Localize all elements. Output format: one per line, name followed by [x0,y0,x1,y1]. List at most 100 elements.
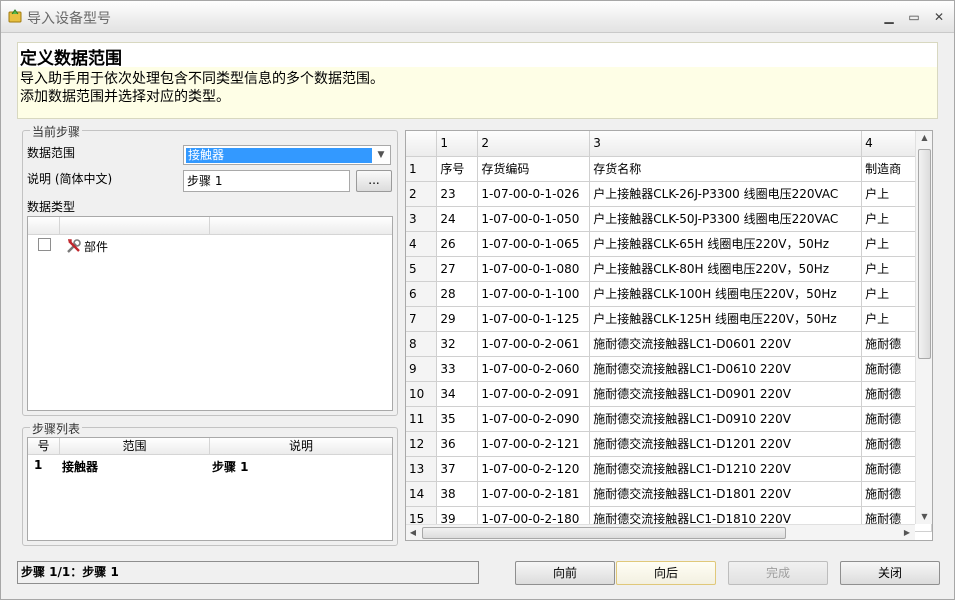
data-type-list[interactable]: 部件 [27,216,393,411]
vertical-scroll-thumb[interactable] [918,149,931,359]
step-row-range[interactable]: 接触器 [62,458,98,475]
grid-row[interactable]: 9 33 1-07-00-0-2-060 施耐德交流接触器LC1-D0610 220V… [406,356,932,382]
grid-row-header[interactable]: 3 [406,206,438,232]
grid-cell[interactable]: 户上接触器CLK-26J-P3300 线圈电压220VAC [589,181,863,207]
grid-column-header[interactable]: 2 [477,131,591,157]
title-bar[interactable]: 导入设备型号 ▁ ▭ ✕ [1,1,954,33]
grid-cell[interactable]: 26 [436,231,479,257]
grid-cell[interactable]: 施耐德交流接触器LC1-D0610 220V [589,356,863,382]
grid-vertical-scrollbar[interactable]: ▲ ▼ [915,131,932,524]
maximize-button[interactable]: ▭ [906,9,922,25]
grid-row[interactable]: 11 35 1-07-00-0-2-090 施耐德交流接触器LC1-D0910 220… [406,406,932,432]
grid-cell[interactable]: 32 [436,331,479,357]
grid-row[interactable]: 13 37 1-07-00-0-2-120 施耐德交流接触器LC1-D1210 220… [406,456,932,482]
finish-button[interactable]: 完成 [728,561,828,585]
grid-cell[interactable]: 1-07-00-0-2-061 [477,331,591,357]
grid-row-header[interactable]: 11 [406,406,438,432]
grid-row[interactable]: 7 29 1-07-00-0-1-125 户上接触器CLK-125H 线圈电压220V… [406,306,932,332]
scroll-up-icon[interactable]: ▲ [916,131,933,145]
step-row-description[interactable]: 步骤 1 [212,458,249,475]
grid-cell[interactable]: 1-07-00-0-2-091 [477,381,591,407]
grid-cell[interactable]: 38 [436,481,479,507]
grid-column-header[interactable]: 3 [589,131,863,157]
grid-cell[interactable]: 施耐德交流接触器LC1-D1801 220V [589,481,863,507]
grid-cell[interactable]: 1-07-00-0-1-050 [477,206,591,232]
grid-horizontal-scrollbar[interactable]: ◀ ▶ [406,524,915,540]
browse-button[interactable]: ... [356,170,392,192]
grid-cell[interactable]: 施耐德交流接触器LC1-D1210 220V [589,456,863,482]
minimize-button[interactable]: ▁ [881,9,897,25]
grid-cell[interactable]: 1-07-00-0-1-125 [477,306,591,332]
grid-cell[interactable]: 37 [436,456,479,482]
data-range-combobox[interactable]: 接触器 ▼ [183,145,391,165]
grid-cell[interactable]: 1-07-00-0-2-181 [477,481,591,507]
grid-row[interactable]: 10 34 1-07-00-0-2-091 施耐德交流接触器LC1-D0901 220… [406,381,932,407]
grid-cell[interactable]: 27 [436,256,479,282]
grid-cell[interactable]: 户上接触器CLK-125H 线圈电压220V，50Hz [589,306,863,332]
grid-row-header[interactable]: 9 [406,356,438,382]
back-button[interactable]: 向前 [515,561,615,585]
grid-row-header[interactable]: 8 [406,331,438,357]
column-header-description[interactable]: 说明 [210,438,392,455]
column-header-range[interactable]: 范围 [60,438,210,455]
grid-row-header[interactable]: 6 [406,281,438,307]
description-input[interactable]: 步骤 1 [183,170,350,192]
grid-row-header[interactable]: 12 [406,431,438,457]
grid-cell[interactable]: 1-07-00-0-2-121 [477,431,591,457]
grid-cell[interactable]: 1-07-00-0-1-080 [477,256,591,282]
grid-row-header[interactable]: 13 [406,456,438,482]
grid-row[interactable]: 14 38 1-07-00-0-2-181 施耐德交流接触器LC1-D1801 220… [406,481,932,507]
grid-cell[interactable]: 28 [436,281,479,307]
grid-cell[interactable]: 23 [436,181,479,207]
grid-cell[interactable]: 序号 [436,156,479,182]
grid-row[interactable]: 4 26 1-07-00-0-1-065 户上接触器CLK-65H 线圈电压220V，… [406,231,932,257]
grid-row-header[interactable]: 5 [406,256,438,282]
grid-row-header[interactable]: 14 [406,481,438,507]
grid-row[interactable]: 5 27 1-07-00-0-1-080 户上接触器CLK-80H 线圈电压220V，… [406,256,932,282]
close-button[interactable]: 关闭 [840,561,940,585]
grid-cell[interactable]: 户上接触器CLK-50J-P3300 线圈电压220VAC [589,206,863,232]
grid-row-header[interactable]: 7 [406,306,438,332]
column-header[interactable] [60,217,210,235]
grid-cell[interactable]: 36 [436,431,479,457]
grid-cell[interactable]: 户上接触器CLK-100H 线圈电压220V，50Hz [589,281,863,307]
grid-cell[interactable]: 33 [436,356,479,382]
grid-cell[interactable]: 1-07-00-0-1-026 [477,181,591,207]
scroll-right-icon[interactable]: ▶ [900,525,914,541]
grid-cell[interactable]: 1-07-00-0-1-065 [477,231,591,257]
step-row-number[interactable]: 1 [34,458,42,472]
grid-row[interactable]: 3 24 1-07-00-0-1-050 户上接触器CLK-50J-P3300 线圈电… [406,206,932,232]
next-button[interactable]: 向后 [616,561,716,585]
grid-row-header[interactable]: 1 [406,156,438,182]
grid-cell[interactable]: 施耐德交流接触器LC1-D0601 220V [589,331,863,357]
grid-cell[interactable]: 1-07-00-0-2-090 [477,406,591,432]
data-preview-grid[interactable]: 1 2 3 4 1 序号 存货编码 存货名称 制造商 2 23 1-07-00-0-1-026 户上接触… [405,130,933,541]
grid-cell[interactable]: 1-07-00-0-2-120 [477,456,591,482]
scroll-down-icon[interactable]: ▼ [916,510,933,524]
column-header[interactable] [28,217,60,235]
scroll-left-icon[interactable]: ◀ [406,525,420,541]
grid-cell[interactable]: 户上接触器CLK-65H 线圈电压220V，50Hz [589,231,863,257]
grid-cell[interactable]: 29 [436,306,479,332]
grid-row[interactable]: 2 23 1-07-00-0-1-026 户上接触器CLK-26J-P3300 线圈电… [406,181,932,207]
grid-corner-cell[interactable] [406,131,438,157]
grid-row[interactable]: 6 28 1-07-00-0-1-100 户上接触器CLK-100H 线圈电压220V… [406,281,932,307]
grid-cell[interactable]: 1-07-00-0-1-100 [477,281,591,307]
grid-column-header[interactable]: 1 [436,131,479,157]
grid-cell[interactable]: 施耐德交流接触器LC1-D0901 220V [589,381,863,407]
grid-row-header[interactable]: 4 [406,231,438,257]
grid-row[interactable]: 8 32 1-07-00-0-2-061 施耐德交流接触器LC1-D0601 220V… [406,331,932,357]
grid-cell[interactable]: 34 [436,381,479,407]
column-header-number[interactable]: 号 [28,438,60,455]
grid-row-header[interactable]: 2 [406,181,438,207]
grid-cell[interactable]: 24 [436,206,479,232]
close-window-button[interactable]: ✕ [931,9,947,25]
type-checkbox-parts[interactable] [38,238,51,251]
grid-cell[interactable]: 施耐德交流接触器LC1-D1201 220V [589,431,863,457]
horizontal-scroll-thumb[interactable] [422,527,786,539]
grid-row-header[interactable]: 10 [406,381,438,407]
chevron-down-icon[interactable]: ▼ [373,147,389,163]
grid-row[interactable]: 12 36 1-07-00-0-2-121 施耐德交流接触器LC1-D1201 220… [406,431,932,457]
grid-cell[interactable]: 存货名称 [589,156,863,182]
grid-row[interactable]: 1 序号 存货编码 存货名称 制造商 [406,156,932,182]
